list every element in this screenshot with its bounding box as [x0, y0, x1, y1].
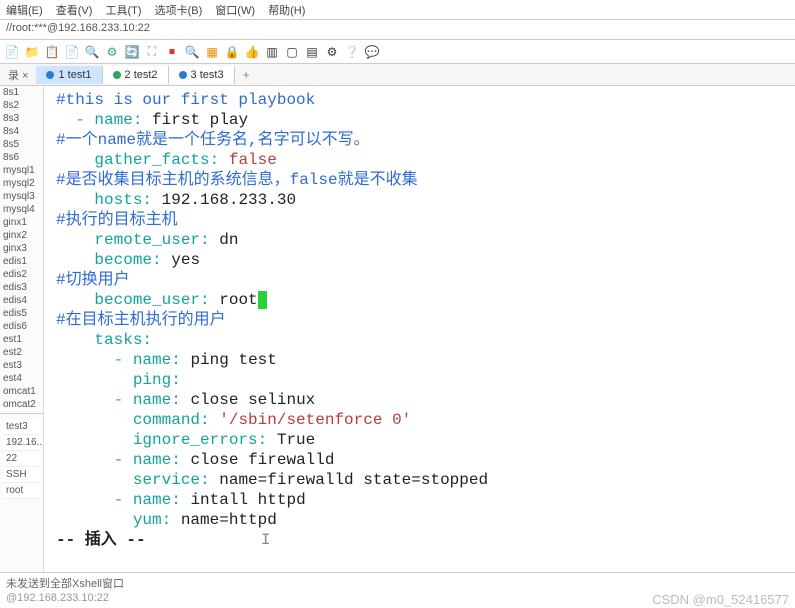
record-control[interactable]: 录 × [0, 67, 36, 83]
cursor [258, 291, 268, 309]
sidebar-item[interactable]: est1 [0, 333, 43, 346]
copy-icon[interactable]: 📋 [44, 44, 60, 60]
sidebar-item[interactable]: mysql2 [0, 177, 43, 190]
sidebar-item[interactable]: omcat2 [0, 398, 43, 411]
info-protocol: SSH [3, 467, 40, 483]
toolbar: 📄 📁 📋 📄 🔍 ⚙ 🔄 ⛶ ⏹ 🔍 ▦ 🔒 👍 ▥ ▢ ▤ ⚙ ❔ 💬 [0, 40, 795, 64]
grid-icon[interactable]: ▦ [204, 44, 220, 60]
sidebar-item[interactable]: mysql4 [0, 203, 43, 216]
sidebar-item[interactable]: 8s3 [0, 112, 43, 125]
stop-icon[interactable]: ⏹ [164, 44, 180, 60]
tab-test1[interactable]: 1 test1 [36, 66, 102, 84]
menu-bar: 编辑(E) 查看(V) 工具(T) 选项卡(B) 窗口(W) 帮助(H) [0, 0, 795, 20]
watermark: CSDN @m0_52416577 [652, 592, 789, 606]
gear-icon[interactable]: ⚙ [324, 44, 340, 60]
columns-icon[interactable]: ▤ [304, 44, 320, 60]
menu-help[interactable]: 帮助(H) [268, 5, 305, 17]
sidebar-item[interactable]: ginx2 [0, 229, 43, 242]
fullscreen-icon[interactable]: ⛶ [144, 44, 160, 60]
status-dot-icon [113, 71, 121, 79]
search-icon[interactable]: 🔍 [84, 44, 100, 60]
sidebar-item[interactable]: edis6 [0, 320, 43, 333]
reconnect-icon[interactable]: 🔄 [124, 44, 140, 60]
sidebar-item[interactable]: ginx3 [0, 242, 43, 255]
menu-window[interactable]: 窗口(W) [215, 5, 255, 17]
sidebar-item[interactable]: edis1 [0, 255, 43, 268]
menu-edit[interactable]: 编辑(E) [6, 5, 43, 17]
tab-test2[interactable]: 2 test2 [103, 66, 169, 84]
vim-mode: -- 插入 -- [56, 531, 146, 549]
info-user: root [3, 483, 40, 499]
footer-bar: @192.168.233.10:22 CSDN @m0_52416577 [0, 590, 795, 608]
new-session-icon[interactable]: 📄 [4, 44, 20, 60]
help-icon[interactable]: ❔ [344, 44, 360, 60]
zoom-icon[interactable]: 🔍 [184, 44, 200, 60]
sidebar-item[interactable]: est4 [0, 372, 43, 385]
status-dot-icon [46, 71, 54, 79]
sidebar-item[interactable]: 8s2 [0, 99, 43, 112]
text-cursor-icon: I [261, 531, 271, 549]
sidebar-item[interactable]: 8s4 [0, 125, 43, 138]
info-port: 22 [3, 451, 40, 467]
layout-icon[interactable]: ▥ [264, 44, 280, 60]
session-sidebar: 8s1 8s2 8s3 8s4 8s5 8s6 mysql1 mysql2 my… [0, 86, 44, 572]
sidebar-item[interactable]: est2 [0, 346, 43, 359]
thumbs-icon[interactable]: 👍 [244, 44, 260, 60]
sidebar-item[interactable]: mysql1 [0, 164, 43, 177]
paste-icon[interactable]: 📄 [64, 44, 80, 60]
info-name: test3 [3, 419, 40, 435]
menu-tools[interactable]: 工具(T) [105, 5, 141, 17]
sidebar-item[interactable]: 8s5 [0, 138, 43, 151]
add-tab-button[interactable]: + [235, 68, 258, 82]
tab-test3[interactable]: 3 test3 [169, 66, 235, 84]
window-icon[interactable]: ▢ [284, 44, 300, 60]
info-host: 192.16... [3, 435, 40, 451]
sidebar-item[interactable]: edis4 [0, 294, 43, 307]
address-bar[interactable]: //root:***@192.168.233.10:22 [0, 20, 795, 40]
sidebar-item[interactable]: edis2 [0, 268, 43, 281]
menu-view[interactable]: 查看(V) [56, 5, 93, 17]
sidebar-item[interactable]: mysql3 [0, 190, 43, 203]
menu-tabs[interactable]: 选项卡(B) [155, 5, 203, 17]
status-dot-icon [179, 71, 187, 79]
lock-icon[interactable]: 🔒 [224, 44, 240, 60]
sidebar-item[interactable]: edis5 [0, 307, 43, 320]
props-icon[interactable]: ⚙ [104, 44, 120, 60]
sidebar-item[interactable]: edis3 [0, 281, 43, 294]
status-bar: 未发送到全部Xshell窗口 [0, 572, 795, 590]
sidebar-item[interactable]: est3 [0, 359, 43, 372]
sidebar-item[interactable]: 8s1 [0, 86, 43, 99]
terminal-editor[interactable]: #this is our first playbook - name: firs… [44, 86, 795, 572]
chat-icon[interactable]: 💬 [364, 44, 380, 60]
footer-connection: @192.168.233.10:22 [6, 592, 109, 606]
sidebar-item[interactable]: omcat1 [0, 385, 43, 398]
sidebar-item[interactable]: ginx1 [0, 216, 43, 229]
tab-bar: 录 × 1 test1 2 test2 3 test3 + [0, 64, 795, 86]
sidebar-item[interactable]: 8s6 [0, 151, 43, 164]
folder-icon[interactable]: 📁 [24, 44, 40, 60]
